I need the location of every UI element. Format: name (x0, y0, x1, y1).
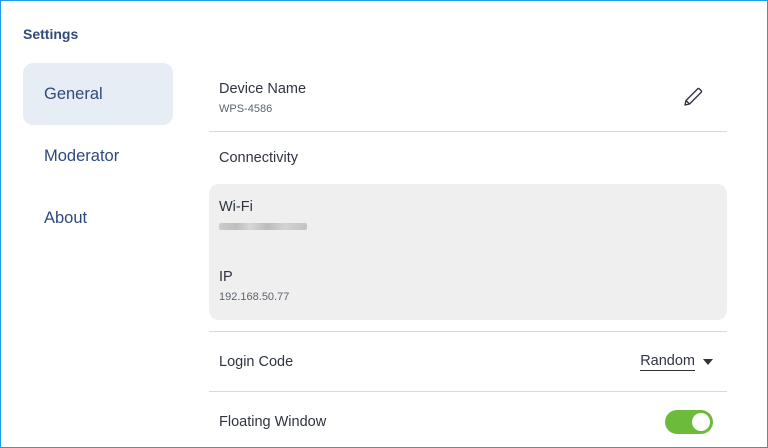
sidebar-item-general[interactable]: General (23, 63, 173, 125)
connectivity-heading: Connectivity (219, 150, 298, 166)
general-settings-panel: Device Name WPS-4586 Connectivity Wi-Fi … (209, 63, 727, 447)
connectivity-card: Wi-Fi IP 192.168.50.77 (209, 184, 727, 320)
pencil-icon (684, 87, 703, 106)
device-name-label: Device Name (219, 81, 307, 97)
sidebar-item-about[interactable]: About (23, 187, 173, 249)
login-code-row: Login Code Random (209, 332, 727, 392)
ip-item: IP 192.168.50.77 (219, 269, 289, 303)
page-title: Settings (23, 26, 79, 42)
ip-value: 192.168.50.77 (219, 291, 290, 303)
caret-down-icon (703, 358, 713, 365)
floating-window-label: Floating Window (219, 413, 327, 430)
ip-label: IP (219, 269, 233, 285)
login-code-value: Random (640, 352, 695, 371)
floating-window-toggle[interactable] (665, 409, 713, 434)
wifi-ssid-redacted (219, 223, 307, 230)
sidebar-item-moderator[interactable]: Moderator (23, 125, 173, 187)
wifi-item: Wi-Fi (219, 199, 717, 230)
edit-device-name-button[interactable] (679, 83, 707, 111)
login-code-label: Login Code (219, 353, 294, 370)
sidebar-item-label: General (44, 84, 103, 103)
floating-window-row: Floating Window (209, 392, 727, 447)
wifi-label: Wi-Fi (219, 199, 253, 215)
sidebar-item-label: Moderator (44, 146, 120, 165)
toggle-knob (692, 412, 710, 431)
device-name-value: WPS-4586 (219, 103, 273, 115)
login-code-select[interactable]: Random (640, 353, 713, 371)
device-name-row: Device Name WPS-4586 (209, 63, 727, 132)
sidebar: General Moderator About (23, 63, 173, 249)
sidebar-item-label: About (44, 208, 88, 227)
settings-window: Settings General Moderator About Device … (0, 0, 768, 448)
